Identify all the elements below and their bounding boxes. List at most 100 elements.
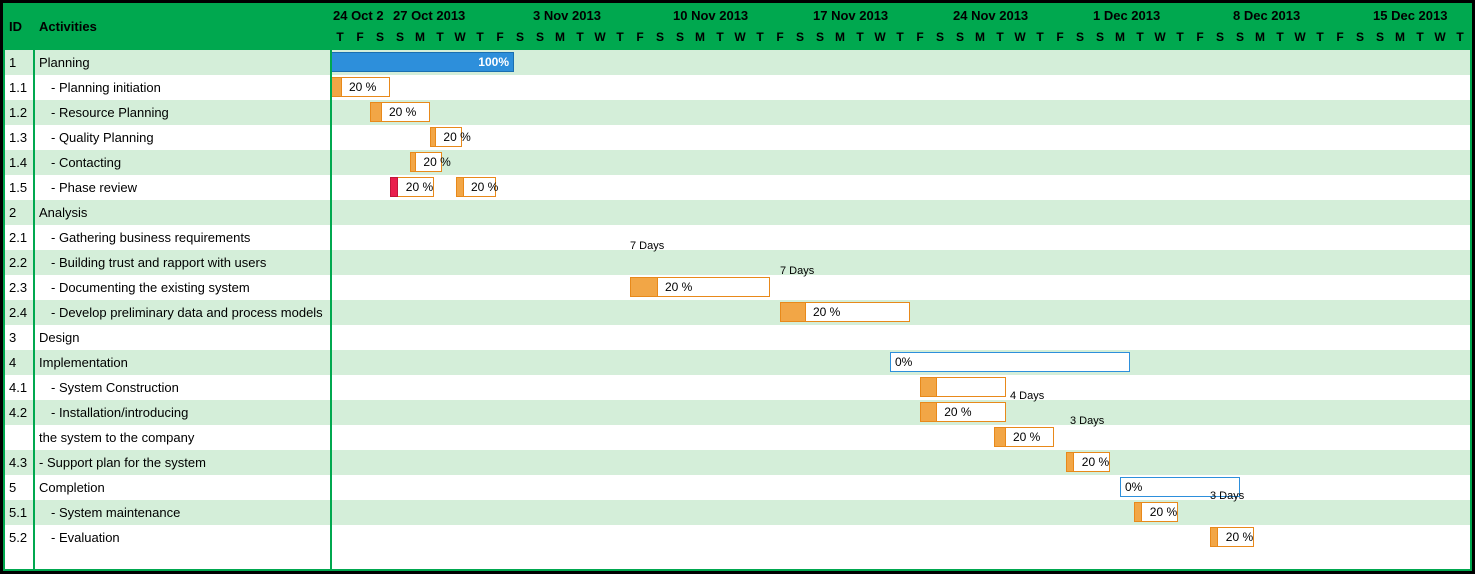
day-label: T (890, 30, 910, 44)
task-bar[interactable]: 20 % (430, 127, 462, 147)
outline-bar[interactable]: 0% (890, 352, 1130, 372)
bar-label: 20 % (419, 155, 450, 169)
row-activity: - System maintenance (35, 505, 330, 520)
row-left: 5.2- Evaluation (5, 525, 330, 550)
duration-note: 3 Days (1210, 490, 1244, 502)
day-label: T (1130, 30, 1150, 44)
row-timeline: 20 % (330, 300, 1470, 325)
day-label: T (1450, 30, 1470, 44)
day-label: S (510, 30, 530, 44)
table-row: 2.3- Documenting the existing system 20 %… (5, 275, 1470, 300)
row-id: 2.2 (5, 255, 35, 270)
task-bar[interactable]: 20 % (370, 102, 430, 122)
task-bar[interactable]: 20 % (1210, 527, 1254, 547)
day-label: F (770, 30, 790, 44)
row-id: 1.5 (5, 180, 35, 195)
bar-progress-fill (410, 152, 416, 172)
task-bar[interactable]: 20 % (780, 302, 910, 322)
day-label: W (1290, 30, 1310, 44)
table-row: 4.2- Installation/introducing20 %4 Days (5, 400, 1470, 425)
row-timeline: 20 % (330, 150, 1470, 175)
task-bar[interactable]: 20 % (630, 277, 770, 297)
task-bar[interactable]: 20 % (1066, 452, 1110, 472)
row-id: 5.1 (5, 505, 35, 520)
day-label: S (790, 30, 810, 44)
row-activity: - Evaluation (35, 530, 330, 545)
day-label: S (1210, 30, 1230, 44)
day-label: S (1090, 30, 1110, 44)
row-left: 1.5- Phase review (5, 175, 330, 200)
day-label: T (710, 30, 730, 44)
week-label: 17 Nov 2013 (813, 8, 888, 23)
bar-label: 20 % (1146, 505, 1177, 519)
day-label: F (1330, 30, 1350, 44)
row-timeline (330, 200, 1470, 225)
day-label: S (670, 30, 690, 44)
table-row: 5Completion0% (5, 475, 1470, 500)
task-bar[interactable]: 20 % (920, 402, 1006, 422)
day-label: T (1310, 30, 1330, 44)
summary-bar[interactable]: 100% (330, 52, 514, 72)
row-id: 2.3 (5, 280, 35, 295)
day-label: M (1390, 30, 1410, 44)
day-label: W (1430, 30, 1450, 44)
task-bar[interactable]: 20 % (390, 177, 434, 197)
row-activity: - Resource Planning (35, 105, 330, 120)
bar-progress-fill (1210, 527, 1218, 547)
day-label: M (970, 30, 990, 44)
row-activity: - Phase review (35, 180, 330, 195)
table-row: 2Analysis (5, 200, 1470, 225)
row-activity: - Quality Planning (35, 130, 330, 145)
task-bar[interactable]: 20 % (994, 427, 1054, 447)
task-bar[interactable]: 20 % (330, 77, 390, 97)
day-label: T (430, 30, 450, 44)
header-timeline: 24 Oct 2TFS27 Oct 2013SMTWTFS3 Nov 2013S… (330, 5, 1470, 50)
row-timeline (330, 225, 1470, 250)
row-activity: the system to the company (35, 430, 330, 445)
table-row: 1.3- Quality Planning20 % (5, 125, 1470, 150)
bar-progress-fill (390, 177, 398, 197)
week-label: 15 Dec 2013 (1373, 8, 1447, 23)
table-row: 1.1- Planning initiation20 % (5, 75, 1470, 100)
row-activity: - Gathering business requirements (35, 230, 330, 245)
row-timeline: 20 %4 Days (330, 400, 1470, 425)
table-row: the system to the company20 %3 Days (5, 425, 1470, 450)
duration-note: 7 Days (780, 265, 814, 277)
day-label: F (350, 30, 370, 44)
week-label: 3 Nov 2013 (533, 8, 601, 23)
row-id: 5 (5, 480, 35, 495)
day-label: T (1030, 30, 1050, 44)
row-id: 2.1 (5, 230, 35, 245)
bar-label: 0% (895, 355, 912, 369)
task-bar[interactable] (920, 377, 1006, 397)
bar-label: 20 % (467, 180, 498, 194)
bar-progress-fill (370, 102, 382, 122)
table-row: 2.2- Building trust and rapport with use… (5, 250, 1470, 275)
table-row: 5.2- Evaluation 20 % (5, 525, 1470, 550)
bar-progress-fill (630, 277, 658, 297)
day-label: T (990, 30, 1010, 44)
row-left: 3Design (5, 325, 330, 350)
task-bar[interactable]: 20 % (410, 152, 442, 172)
row-left: 2.3- Documenting the existing system (5, 275, 330, 300)
row-activity: - Planning initiation (35, 80, 330, 95)
day-label: W (450, 30, 470, 44)
row-id: 1.4 (5, 155, 35, 170)
day-label: F (490, 30, 510, 44)
row-id: 4.1 (5, 380, 35, 395)
day-label: T (1410, 30, 1430, 44)
task-bar[interactable]: 20 % (1134, 502, 1178, 522)
bar-label: 20 % (1078, 455, 1109, 469)
row-left: 2.4- Develop preliminary data and proces… (5, 300, 330, 325)
table-row: 4Implementation0% (5, 350, 1470, 375)
week-label: 24 Oct 2 (333, 8, 384, 23)
row-left: 2.1- Gathering business requirements (5, 225, 330, 250)
table-row: 5.1- System maintenance20 %3 Days (5, 500, 1470, 525)
day-label: S (1070, 30, 1090, 44)
week-label: 10 Nov 2013 (673, 8, 748, 23)
task-bar[interactable]: 20 % (456, 177, 496, 197)
day-label: S (530, 30, 550, 44)
bar-progress-fill (920, 402, 937, 422)
day-label: S (950, 30, 970, 44)
bar-label: 20 % (385, 105, 416, 119)
